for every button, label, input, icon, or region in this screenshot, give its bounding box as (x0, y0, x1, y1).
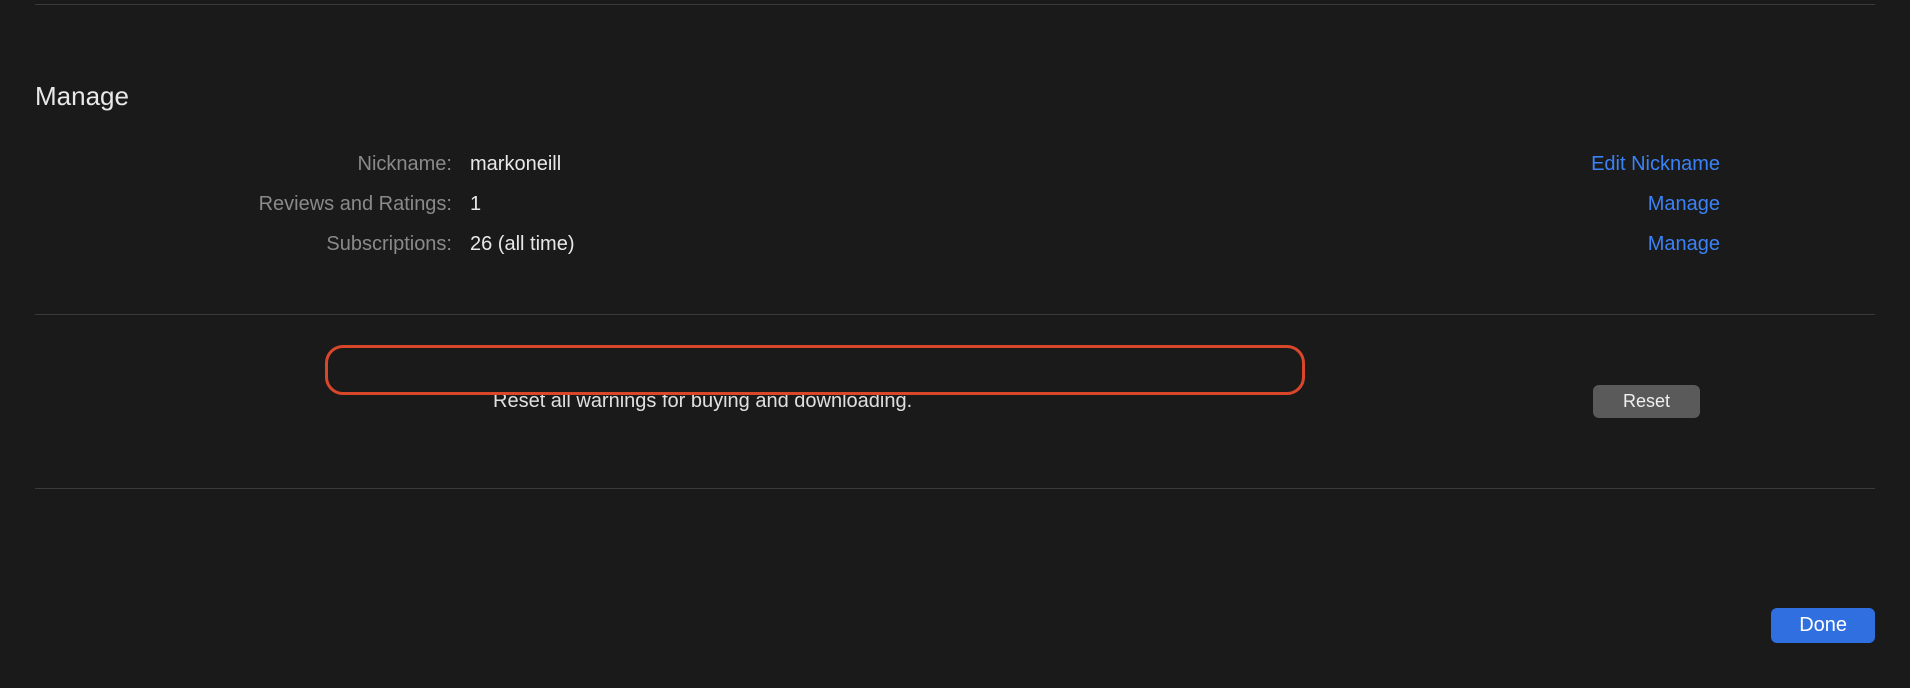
manage-reviews-link[interactable]: Manage (1648, 193, 1910, 216)
section-title: Manage (35, 81, 1910, 112)
edit-nickname-link[interactable]: Edit Nickname (1591, 153, 1910, 176)
subscriptions-value: 26 (all time) (470, 233, 1648, 256)
divider-bottom (35, 488, 1875, 489)
nickname-value: markoneill (470, 153, 1591, 176)
nickname-row: Nickname: markoneill Edit Nickname (0, 144, 1910, 184)
reset-button[interactable]: Reset (1593, 385, 1700, 418)
subscriptions-row: Subscriptions: 26 (all time) Manage (0, 224, 1910, 264)
divider-mid (35, 314, 1875, 315)
reviews-label: Reviews and Ratings: (0, 193, 470, 216)
manage-rows: Nickname: markoneill Edit Nickname Revie… (0, 144, 1910, 264)
manage-subscriptions-link[interactable]: Manage (1648, 233, 1910, 256)
subscriptions-label: Subscriptions: (0, 233, 470, 256)
reset-section: Reset all warnings for buying and downlo… (0, 385, 1910, 418)
done-button[interactable]: Done (1771, 608, 1875, 643)
reviews-value: 1 (470, 193, 1648, 216)
divider-top (35, 4, 1875, 5)
reviews-row: Reviews and Ratings: 1 Manage (0, 184, 1910, 224)
reset-text: Reset all warnings for buying and downlo… (493, 390, 1593, 413)
nickname-label: Nickname: (0, 153, 470, 176)
